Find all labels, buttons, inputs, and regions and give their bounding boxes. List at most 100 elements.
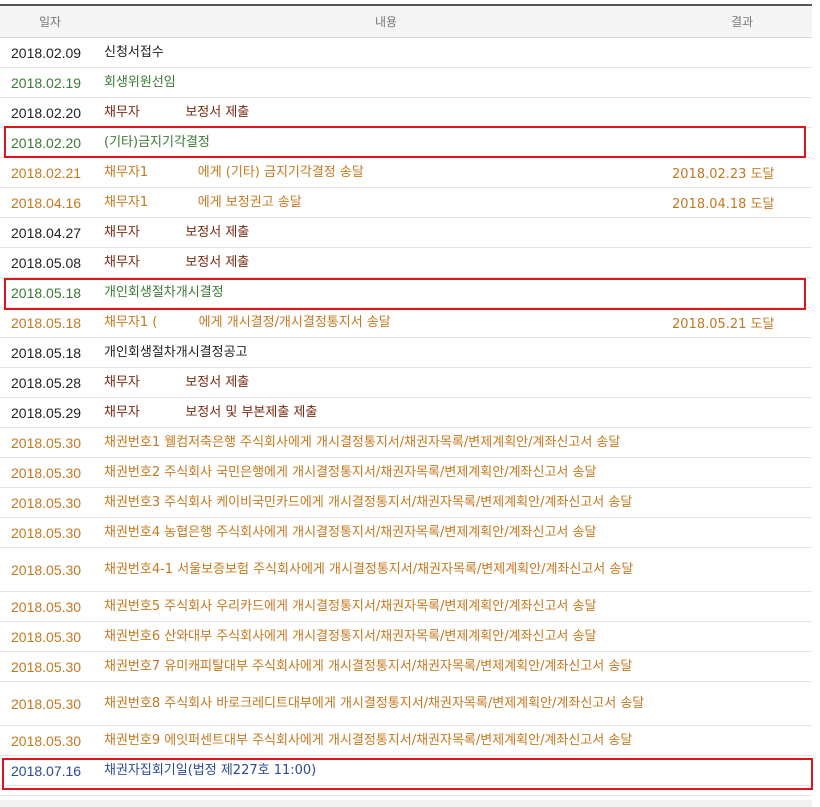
row-result [672, 547, 812, 592]
row-date: 2018.04.27 [0, 217, 100, 248]
row-date: 2018.05.30 [0, 621, 100, 652]
row-content: 채권자집회기일(법정 제227호 11:00) [100, 755, 672, 786]
row-result [672, 397, 812, 428]
row-date: 2018.02.19 [0, 67, 100, 98]
row-result [672, 97, 812, 128]
table-row: 2018.05.29 채무자 보정서 및 부본제출 제출 [0, 397, 812, 428]
table-row: 2018.05.18 채무자1 ( 에게 개시결정/개시결정통지서 송달 201… [0, 307, 812, 338]
row-content: 채권번호9 에잇퍼센트대부 주식회사에게 개시결정통지서/채권자목록/변제계획안… [100, 725, 672, 756]
row-date: 2018.02.09 [0, 37, 100, 68]
row-result [672, 337, 812, 368]
table-row: 2018.02.21 채무자1 에게 (기타) 금지기각결정 송달 2018.0… [0, 157, 812, 188]
table-row: 2018.04.16 채무자1 에게 보정권고 송달 2018.04.18 도달 [0, 187, 812, 218]
row-content: 채권번호4 농협은행 주식회사에게 개시결정통지서/채권자목록/변제계획안/계좌… [100, 517, 672, 548]
row-date: 2018.05.30 [0, 725, 100, 756]
row-date: 2018.05.28 [0, 367, 100, 398]
row-result [672, 67, 812, 98]
row-date: 2018.05.30 [0, 591, 100, 622]
row-result [672, 681, 812, 726]
header-date: 일자 [0, 6, 100, 38]
row-result [672, 367, 812, 398]
table-row: 2018.02.20 채무자 보정서 제출 [0, 97, 812, 128]
table-row: 2018.05.30 채권번호8 주식회사 바로크레디트대부에게 개시결정통지서… [0, 681, 812, 726]
row-date: 2018.05.08 [0, 247, 100, 278]
row-date: 2018.02.20 [0, 97, 100, 128]
row-date: 2018.05.18 [0, 307, 100, 338]
row-content: 채권번호5 주식회사 우리카드에게 개시결정통지서/채권자목록/변제계획안/계좌… [100, 591, 672, 622]
row-content: 채무자 보정서 제출 [100, 97, 672, 128]
table-row: 2018.05.30 채권번호4 농협은행 주식회사에게 개시결정통지서/채권자… [0, 517, 812, 548]
table-row: 2018.05.30 채권번호2 주식회사 국민은행에게 개시결정통지서/채권자… [0, 457, 812, 488]
row-content: 채권번호6 산와대부 주식회사에게 개시결정통지서/채권자목록/변제계획안/계좌… [100, 621, 672, 652]
table-row: 2018.02.20 (기타)금지기각결정 [0, 127, 812, 158]
row-date: 2018.05.30 [0, 457, 100, 488]
row-date: 2018.04.16 [0, 187, 100, 218]
table-row: 2018.07.16 채권자집회기일(법정 제227호 11:00) [0, 755, 812, 786]
table-row: 2018.05.30 채권번호4-1 서울보증보험 주식회사에게 개시결정통지서… [0, 547, 812, 592]
row-date: 2018.05.30 [0, 651, 100, 682]
row-result [672, 427, 812, 458]
table-row: 2018.05.08 채무자 보정서 제출 [0, 247, 812, 278]
row-content: 채권번호3 주식회사 케이비국민카드에게 개시결정통지서/채권자목록/변제계획안… [100, 487, 672, 518]
row-result: 2018.05.21 도달 [672, 307, 812, 338]
header-result: 결과 [672, 6, 812, 38]
row-result: 2018.02.23 도달 [672, 157, 812, 188]
row-content: 채권번호4-1 서울보증보험 주식회사에게 개시결정통지서/채권자목록/변제계획… [100, 547, 672, 592]
row-content: 채무자 보정서 제출 [100, 367, 672, 398]
table-row: 2018.02.09 신청서접수 [0, 37, 812, 68]
row-date: 2018.05.29 [0, 397, 100, 428]
table-row: 2018.05.18 개인회생절차개시결정공고 [0, 337, 812, 368]
row-content: 채무자 보정서 제출 [100, 217, 672, 248]
table-row: 2018.05.28 채무자 보정서 제출 [0, 367, 812, 398]
row-date: 2018.05.30 [0, 427, 100, 458]
row-result [672, 651, 812, 682]
row-date: 2018.05.30 [0, 547, 100, 592]
row-date: 2018.05.18 [0, 337, 100, 368]
row-content: 채무자1 에게 (기타) 금지기각결정 송달 [100, 157, 672, 188]
row-result [672, 247, 812, 278]
row-content: 채권번호1 웰컴저축은행 주식회사에게 개시결정통지서/채권자목록/변제계획안/… [100, 427, 672, 458]
row-result [672, 487, 812, 518]
table-row: 2018.05.30 채권번호7 유미캐피탈대부 주식회사에게 개시결정통지서/… [0, 651, 812, 682]
row-content: 신청서접수 [100, 37, 672, 68]
row-date: 2018.07.16 [0, 755, 100, 786]
next-panel-edge [0, 800, 812, 807]
row-content: 개인회생절차개시결정 [100, 277, 672, 308]
row-result [672, 217, 812, 248]
row-content: 채권번호7 유미캐피탈대부 주식회사에게 개시결정통지서/채권자목록/변제계획안… [100, 651, 672, 682]
row-content: 개인회생절차개시결정공고 [100, 337, 672, 368]
row-content: 채무자1 에게 보정권고 송달 [100, 187, 672, 218]
table-row: 2018.05.30 채권번호1 웰컴저축은행 주식회사에게 개시결정통지서/채… [0, 427, 812, 458]
row-date: 2018.05.30 [0, 517, 100, 548]
table-row: 2018.05.30 채권번호3 주식회사 케이비국민카드에게 개시결정통지서/… [0, 487, 812, 518]
header-content: 내용 [100, 6, 672, 38]
row-content: (기타)금지기각결정 [100, 127, 672, 158]
row-content: 채권번호8 주식회사 바로크레디트대부에게 개시결정통지서/채권자목록/변제계획… [100, 681, 672, 726]
table-row: 2018.02.19 회생위원선임 [0, 67, 812, 98]
table-bottom-border [0, 795, 812, 796]
row-result [672, 37, 812, 68]
table-row: 2018.05.30 채권번호6 산와대부 주식회사에게 개시결정통지서/채권자… [0, 621, 812, 652]
row-date: 2018.02.21 [0, 157, 100, 188]
row-result [672, 517, 812, 548]
row-result: 2018.04.18 도달 [672, 187, 812, 218]
row-result [672, 277, 812, 308]
row-result [672, 127, 812, 158]
table-row: 2018.05.18 개인회생절차개시결정 [0, 277, 812, 308]
row-date: 2018.05.18 [0, 277, 100, 308]
row-content: 회생위원선임 [100, 67, 672, 98]
row-result [672, 457, 812, 488]
table-row: 2018.05.30 채권번호9 에잇퍼센트대부 주식회사에게 개시결정통지서/… [0, 725, 812, 756]
table-header-row: 일자 내용 결과 [0, 6, 812, 38]
table-row: 2018.04.27 채무자 보정서 제출 [0, 217, 812, 248]
row-content: 채무자 보정서 및 부본제출 제출 [100, 397, 672, 428]
row-content: 채무자1 ( 에게 개시결정/개시결정통지서 송달 [100, 307, 672, 338]
row-result [672, 621, 812, 652]
row-result [672, 591, 812, 622]
table-row: 2018.05.30 채권번호5 주식회사 우리카드에게 개시결정통지서/채권자… [0, 591, 812, 622]
row-result [672, 725, 812, 756]
row-date: 2018.02.20 [0, 127, 100, 158]
row-result [672, 755, 812, 786]
row-date: 2018.05.30 [0, 487, 100, 518]
row-content: 채무자 보정서 제출 [100, 247, 672, 278]
